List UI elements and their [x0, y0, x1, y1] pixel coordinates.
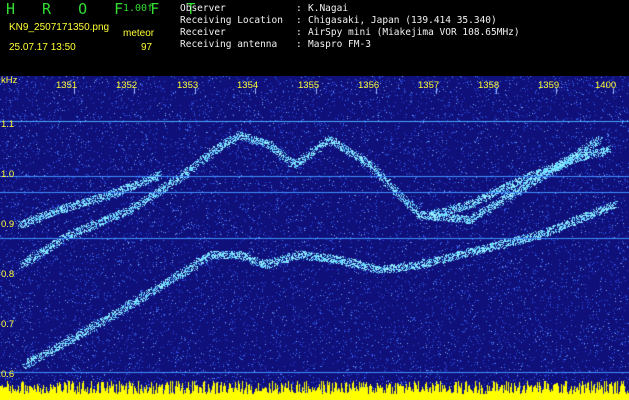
info-sep: :: [296, 15, 302, 26]
x-tick-label: 1354: [237, 80, 259, 91]
info-label-antenna: Receiving antenna: [180, 39, 278, 50]
filename: KN9_2507171350.png: [9, 22, 110, 33]
header-panel: H R O F F T 1.00f KN9_2507171350.png met…: [0, 0, 629, 76]
info-label-location: Receiving Location: [180, 15, 283, 26]
app-brand: H R O F F T: [6, 0, 205, 18]
info-sep: :: [296, 27, 302, 38]
info-sep: :: [296, 3, 302, 14]
y-tick-label: 0.9: [1, 219, 15, 230]
meteor-count: 97: [141, 42, 153, 53]
info-label-observer: Observer: [180, 3, 226, 14]
info-value-location: Chigasaki, Japan (139.414 35.340): [308, 15, 497, 26]
info-sep: :: [296, 39, 302, 50]
x-tick-label: 1358: [478, 80, 500, 91]
x-tick-label: 1352: [116, 80, 138, 91]
info-value-receiver: AirSpy mini (Miakejima VOR 108.65MHz): [308, 27, 520, 38]
y-tick-label: 1.1: [1, 119, 15, 130]
info-value-antenna: Maspro FM-3: [308, 39, 371, 50]
y-tick-label: 0.7: [1, 319, 15, 330]
app-version: 1.00f: [123, 3, 154, 14]
spectrogram-canvas: [0, 76, 629, 400]
y-tick-label: 0.6: [1, 369, 15, 380]
y-tick-label: 1.0: [1, 169, 15, 180]
x-tick-label: 1351: [56, 80, 78, 91]
meteor-label: meteor: [123, 28, 155, 39]
datetime: 25.07.17 13:50: [9, 42, 76, 53]
x-tick-label: 1353: [177, 80, 199, 91]
x-tick-label: 1356: [358, 80, 380, 91]
x-tick-label: 1355: [298, 80, 320, 91]
x-tick-label: 1357: [418, 80, 440, 91]
info-value-observer: K.Nagai: [308, 3, 349, 14]
x-tick-label: 1359: [538, 80, 560, 91]
y-tick-label: 0.8: [1, 269, 15, 280]
info-label-receiver: Receiver: [180, 27, 226, 38]
x-tick-label: 1400: [595, 80, 617, 91]
y-unit-label: kHz: [1, 75, 18, 86]
